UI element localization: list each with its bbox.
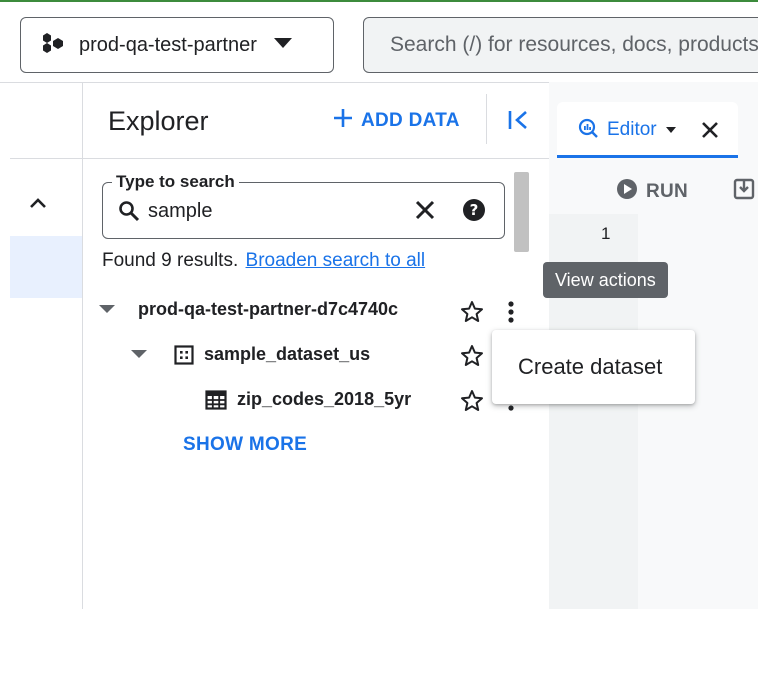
actions-menu: Create dataset [492,330,695,404]
dataset-icon [174,344,194,365]
plus-icon [333,108,353,133]
broaden-search-link[interactable]: Broaden search to all [246,250,426,271]
more-actions-icon[interactable] [506,300,516,329]
search-results-summary: Found 9 results. Broaden search to all [102,250,425,272]
add-data-label: ADD DATA [361,109,460,131]
tree-item-label: prod-qa-test-partner-d7c4740c [138,299,399,319]
run-button[interactable]: RUN [616,178,688,205]
tree-item-label: zip_codes_2018_5yr [237,389,412,409]
svg-text:?: ? [470,201,479,219]
search-field-label: Type to search [112,172,239,192]
project-hexagons-icon [41,32,67,59]
tab-dropdown-icon[interactable] [665,121,677,139]
global-search-placeholder: Search (/) for resources, docs, products [390,33,758,56]
left-rail-divider [82,82,83,609]
star-icon[interactable] [460,300,484,329]
expand-arrow-icon[interactable] [98,301,116,319]
explorer-title: Explorer [108,106,209,136]
save-icon[interactable] [733,178,755,205]
chevron-up-icon[interactable] [28,196,48,215]
play-icon [616,178,638,205]
results-count-text: Found 9 results. [102,250,239,271]
expand-arrow-icon[interactable] [130,346,148,364]
tree-item-table[interactable]: zip_codes_2018_5yr [205,389,411,410]
left-rail-selected-item[interactable] [10,236,82,298]
show-more-button[interactable]: SHOW MORE [183,434,307,456]
star-icon[interactable] [460,389,484,418]
star-icon[interactable] [460,344,484,373]
explorer-scrollbar[interactable] [514,172,529,252]
tree-item-project[interactable]: prod-qa-test-partner-d7c4740c [98,299,398,320]
explorer-search-input[interactable]: sample [148,200,212,223]
header-vertical-divider [486,94,487,144]
add-data-button[interactable]: ADD DATA [333,108,460,133]
dropdown-arrow-icon [273,36,293,54]
close-icon[interactable] [700,120,720,145]
query-icon [577,117,599,144]
explorer-header-divider [10,158,549,159]
collapse-panel-icon[interactable] [506,106,530,139]
line-number: 1 [601,224,611,243]
run-label: RUN [646,180,689,202]
top-accent-bar [0,0,758,6]
tree-item-dataset[interactable]: sample_dataset_us [130,344,370,365]
table-icon [205,389,227,410]
tab-editor-label: Editor [607,119,657,140]
global-search-input[interactable]: Search (/) for resources, docs, products [363,17,758,73]
menu-item-create-dataset[interactable]: Create dataset [492,330,695,404]
clear-search-icon[interactable] [413,198,437,227]
search-icon [118,200,140,227]
active-tab-indicator [557,155,738,158]
help-icon[interactable]: ? [462,198,486,227]
project-name: prod-qa-test-partner [79,33,257,56]
tree-item-label: sample_dataset_us [204,344,371,364]
tooltip: View actions [543,262,668,298]
project-picker[interactable]: prod-qa-test-partner [20,17,334,73]
